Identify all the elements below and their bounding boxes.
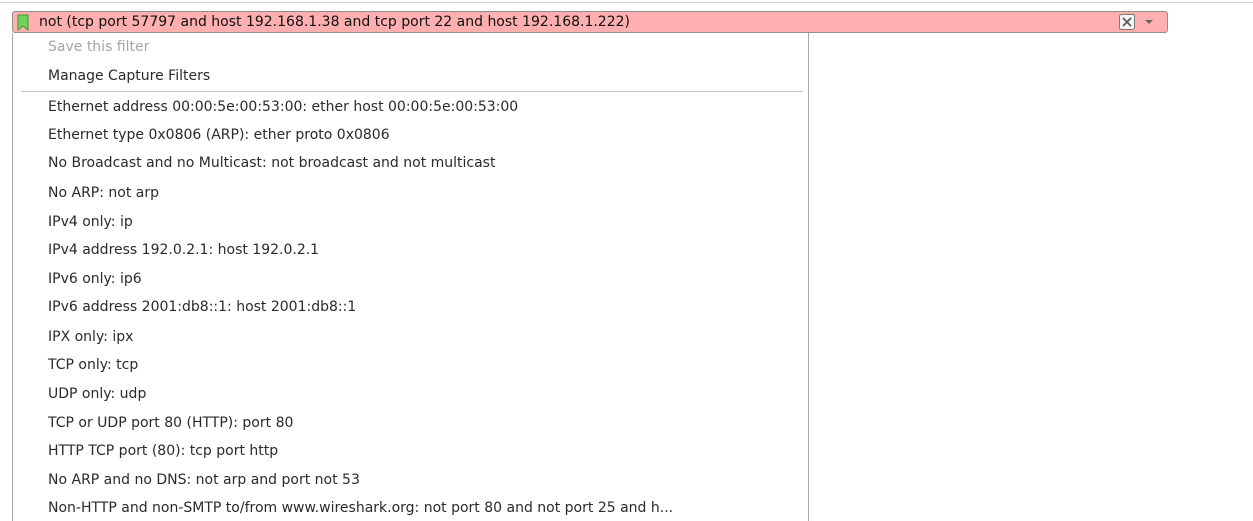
capture-filter-bar[interactable]: not (tcp port 57797 and host 192.168.1.3… <box>12 11 1168 33</box>
top-divider <box>0 2 1253 3</box>
filter-menu-item[interactable]: TCP or UDP port 80 (HTTP): port 80 <box>48 413 293 433</box>
bookmark-icon[interactable] <box>15 12 31 32</box>
filter-menu-item[interactable]: HTTP TCP port (80): tcp port http <box>48 441 278 461</box>
filter-menu-item[interactable]: Non-HTTP and non-SMTP to/from www.wiresh… <box>48 498 673 518</box>
filter-menu-item[interactable]: IPv4 only: ip <box>48 212 133 232</box>
filter-menu-item[interactable]: IPX only: ipx <box>48 327 133 347</box>
manage-capture-filters-menu-item[interactable]: Manage Capture Filters <box>48 66 210 86</box>
filter-menu-item[interactable]: IPv6 only: ip6 <box>48 269 142 289</box>
save-filter-menu-item: Save this filter <box>48 39 150 55</box>
filter-menu-item[interactable]: No Broadcast and no Multicast: not broad… <box>48 153 495 173</box>
filter-menu-item[interactable]: IPv4 address 192.0.2.1: host 192.0.2.1 <box>48 240 319 260</box>
filter-menu-item[interactable]: No ARP and no DNS: not arp and port not … <box>48 470 360 490</box>
capture-filter-input[interactable]: not (tcp port 57797 and host 192.168.1.3… <box>39 13 630 31</box>
filter-menu-item[interactable]: TCP only: tcp <box>48 355 138 375</box>
chevron-down-icon[interactable] <box>1142 15 1156 29</box>
filter-menu-item[interactable]: Ethernet address 00:00:5e:00:53:00: ethe… <box>48 97 518 117</box>
clear-icon[interactable] <box>1119 14 1135 30</box>
filter-menu-item[interactable]: IPv6 address 2001:db8::1: host 2001:db8:… <box>48 297 356 317</box>
saved-filters-menu: Save this filter Manage Capture Filters … <box>12 33 809 521</box>
menu-separator <box>21 91 803 92</box>
filter-menu-item[interactable]: Ethernet type 0x0806 (ARP): ether proto … <box>48 125 390 145</box>
filter-menu-item[interactable]: No ARP: not arp <box>48 183 159 203</box>
filter-menu-item[interactable]: UDP only: udp <box>48 384 146 404</box>
